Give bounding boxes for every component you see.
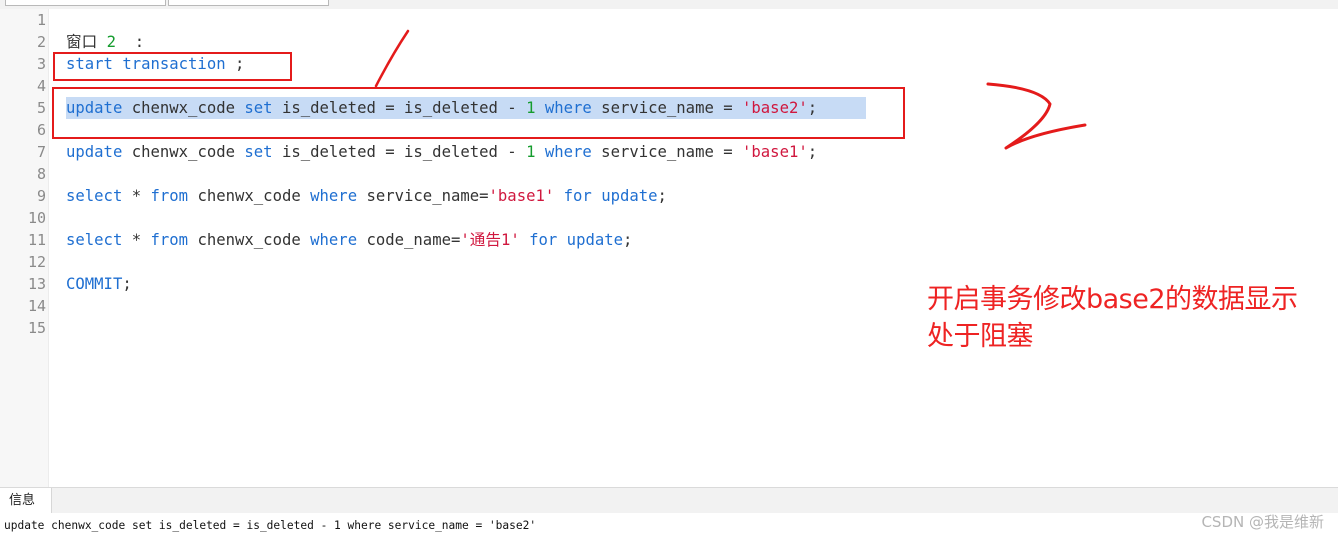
line-number: 2: [36, 33, 46, 51]
code-token: where: [544, 143, 592, 161]
code-token: 'base1': [488, 187, 555, 205]
code-token: '通告1': [460, 231, 520, 249]
line-number: 1: [36, 11, 46, 29]
line-number-gutter: 1 2 3 4 5 6 7 8 9 10 11 12 13 14 15: [0, 9, 49, 487]
line-number: 5: [36, 99, 46, 117]
code-token: 窗口: [66, 33, 107, 51]
line-number: 15: [27, 319, 46, 337]
code-token: COMMIT: [66, 275, 123, 293]
tab-info[interactable]: 信息: [0, 488, 52, 513]
blocking-note-line-2: 处于阻塞: [927, 321, 1034, 352]
code-token: from: [150, 187, 189, 205]
line-number: 9: [36, 187, 46, 205]
line-number: 4: [36, 77, 46, 95]
update-base2-box: [52, 87, 905, 139]
code-token: chenwx_code: [188, 231, 311, 249]
line-number: 3: [36, 55, 46, 73]
blocking-note: 开启事务修改base2的数据显示 处于阻塞: [927, 281, 1337, 355]
code-token: ;: [657, 187, 667, 205]
start-transaction-box: [53, 52, 292, 81]
code-token: update: [66, 143, 123, 161]
query-tab-2[interactable]: [168, 0, 329, 6]
code-token: ;: [807, 143, 818, 161]
query-tab-1[interactable]: [5, 0, 166, 6]
code-token: for update: [563, 187, 658, 205]
result-message: update chenwx_code set is_deleted = is_d…: [4, 519, 537, 532]
blocking-note-line-1: 开启事务修改base2的数据显示: [927, 284, 1298, 315]
line-number: 13: [27, 275, 46, 293]
line-number: 12: [27, 253, 46, 271]
line-number: 7: [36, 143, 46, 161]
code-token: from: [150, 231, 189, 249]
line-number: 14: [27, 297, 46, 315]
code-token: ;: [623, 231, 633, 249]
code-token: chenwx_code: [188, 187, 311, 205]
code-line-7[interactable]: update chenwx_code set is_deleted = is_d…: [66, 141, 817, 163]
code-token: 'base1': [742, 143, 808, 161]
code-line-2[interactable]: 窗口 2 :: [66, 31, 144, 53]
code-token: chenwx_code: [122, 143, 245, 161]
code-line-13[interactable]: COMMIT;: [66, 273, 132, 295]
code-token: where: [310, 187, 358, 205]
result-panel: update chenwx_code set is_deleted = is_d…: [0, 513, 1338, 539]
code-token: *: [122, 187, 151, 205]
code-token: where: [310, 231, 358, 249]
code-token: is_deleted = is_deleted -: [272, 143, 527, 161]
code-token: select: [66, 231, 123, 249]
code-token: code_name=: [357, 231, 461, 249]
code-token: for update: [529, 231, 624, 249]
line-number: 6: [36, 121, 46, 139]
code-token: set: [244, 143, 273, 161]
code-token: select: [66, 187, 123, 205]
code-token: :: [115, 33, 145, 51]
code-token: service_name=: [357, 187, 489, 205]
code-token: 2: [106, 33, 116, 51]
watermark: CSDN @我是维新: [1201, 513, 1324, 531]
line-number: 10: [27, 209, 46, 227]
code-token: ;: [122, 275, 132, 293]
line-number: 8: [36, 165, 46, 183]
code-line-11[interactable]: select * from chenwx_code where code_nam…: [66, 229, 632, 251]
query-tab-strip: [0, 0, 1338, 9]
line-number: 11: [27, 231, 46, 249]
code-token: *: [122, 231, 151, 249]
result-panel-tabs: 信息: [0, 488, 1338, 513]
code-line-9[interactable]: select * from chenwx_code where service_…: [66, 185, 667, 207]
code-token: service_name =: [591, 143, 743, 161]
